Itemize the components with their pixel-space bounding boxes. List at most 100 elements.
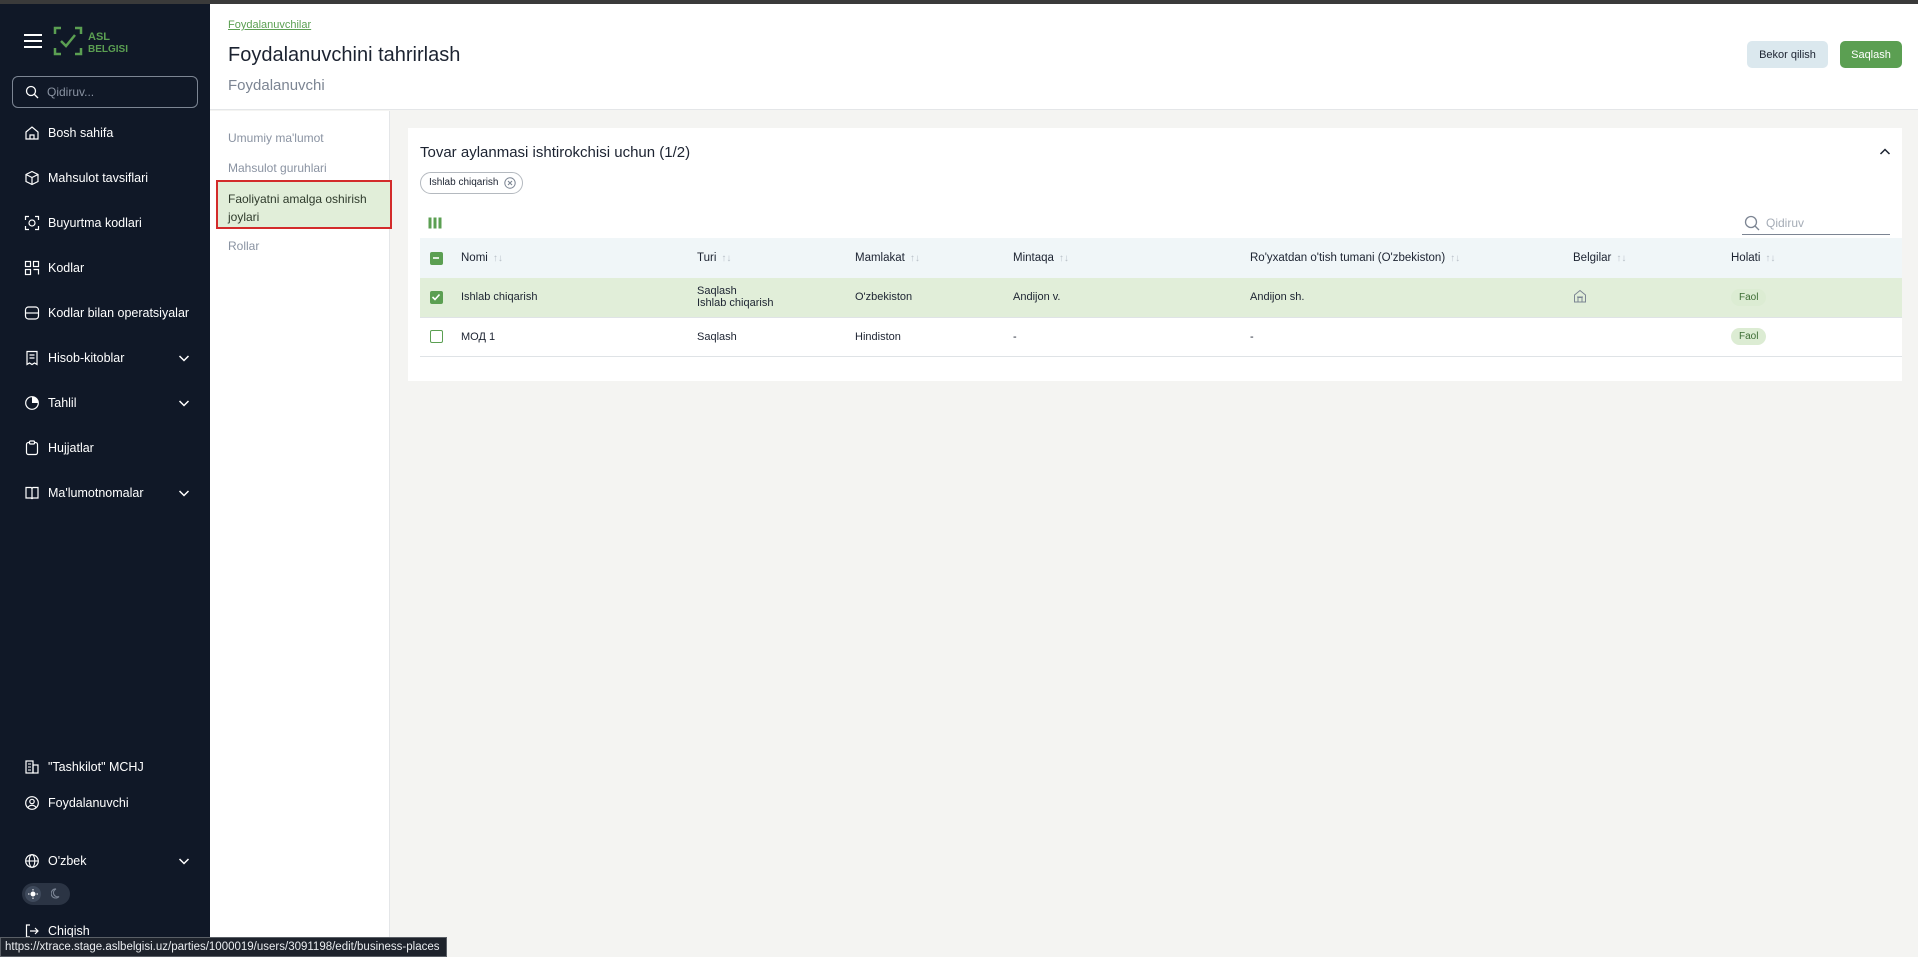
nav-item-kodlar[interactable]: Kodlar [0, 251, 210, 285]
section-nav-business-places-label: Faoliyatni amalga oshirish joylari [228, 192, 367, 224]
cell-type: Saqlash [697, 317, 855, 357]
nav-item-hisob-kitoblar[interactable]: Hisob-kitoblar [0, 341, 210, 375]
chevron-down-icon[interactable] [178, 352, 190, 364]
cell-region: Andijon v. [1013, 278, 1250, 318]
chevron-down-icon[interactable] [178, 397, 190, 409]
section-nav-roles[interactable]: Rollar [228, 239, 259, 253]
cell-type-line: Ishlab chiqarish [697, 297, 774, 310]
user-name: Foydalanuvchi [48, 796, 129, 810]
sort-icon[interactable]: ↑↓ [1450, 253, 1460, 264]
cell-name: Ishlab chiqarish [461, 278, 697, 318]
nav-item-kodlar-bilan-operatsiyalar[interactable]: Kodlar bilan operatsiyalar [0, 296, 210, 330]
section-nav: Umumiy ma'lumot Mahsulot guruhlari Faoli… [210, 111, 392, 957]
receipt-icon [26, 350, 38, 366]
nav-item-label: Bosh sahifa [48, 126, 114, 140]
section-nav-business-places[interactable]: Faoliyatni amalga oshirish joylari [216, 180, 392, 229]
business-places-card: Tovar aylanmasi ishtirokchisi uchun (1/2… [408, 128, 1902, 381]
sidebar-search-input[interactable] [47, 83, 187, 101]
sort-icon[interactable]: ↑↓ [910, 253, 920, 264]
cell-region: - [1013, 317, 1250, 357]
chevron-up-icon[interactable] [1879, 146, 1891, 158]
status-badge: Faol [1731, 328, 1767, 345]
chevron-down-icon[interactable] [178, 855, 190, 867]
sort-icon[interactable]: ↑↓ [721, 253, 731, 264]
section-nav-general-info[interactable]: Umumiy ma'lumot [228, 131, 324, 145]
column-header-status[interactable]: Holati ↑↓ [1731, 238, 1902, 278]
cell-country: O'zbekiston [855, 278, 1013, 318]
nav-item-label: Hujjatlar [48, 441, 94, 455]
language-selector[interactable]: O'zbek [0, 844, 210, 878]
column-label: Ro'yxatdan o'tish tumani (O'zbekiston) [1250, 252, 1446, 264]
building-icon [1574, 289, 1586, 303]
sort-icon[interactable]: ↑↓ [493, 253, 503, 264]
operations-icon [24, 306, 40, 320]
nav-item-tahlil[interactable]: Tahlil [0, 386, 210, 420]
row-checkbox[interactable] [430, 290, 443, 304]
nav-item-hujjatlar[interactable]: Hujjatlar [0, 431, 210, 465]
column-label: Belgilar [1573, 252, 1612, 264]
column-header-name[interactable]: Nomi ↑↓ [461, 238, 697, 278]
filter-chip: Ishlab chiqarish [420, 172, 524, 194]
sort-icon[interactable]: ↑↓ [1059, 253, 1069, 264]
box-icon [25, 170, 39, 186]
cell-district: Andijon sh. [1250, 278, 1573, 318]
nav-item-bosh-sahifa[interactable]: Bosh sahifa [0, 116, 210, 150]
cell-marks [1573, 317, 1731, 357]
table-search[interactable] [1742, 211, 1890, 235]
cell-name: МОД 1 [461, 317, 697, 357]
nav-item-label: Tahlil [48, 396, 77, 410]
table-search-input[interactable] [1766, 215, 1886, 231]
nav-item-malumotnomalar[interactable]: Ma'lumotnomalar [0, 476, 210, 510]
cancel-button[interactable]: Bekor qilish [1747, 41, 1828, 68]
sidebar-search[interactable] [12, 76, 198, 108]
chart-icon [25, 396, 39, 410]
order-codes-icon [24, 215, 40, 231]
organization-icon [25, 760, 39, 774]
save-button[interactable]: Saqlash [1840, 41, 1902, 68]
asl-belgisi-logo[interactable]: ASL BELGISI [52, 24, 142, 58]
logo-text-line1: ASL [88, 31, 110, 43]
column-label: Holati [1731, 252, 1761, 264]
nav-item-label: Mahsulot tavsiflari [48, 171, 149, 185]
sort-icon[interactable]: ↑↓ [1616, 253, 1626, 264]
column-label: Mintaqa [1013, 252, 1054, 264]
remove-filter-icon[interactable] [504, 177, 517, 189]
card-title: Tovar aylanmasi ishtirokchisi uchun (1/2… [420, 144, 691, 161]
column-header-district[interactable]: Ro'yxatdan o'tish tumani (O'zbekiston) ↑↓ [1250, 238, 1573, 278]
organization-link[interactable]: "Tashkilot" MCHJ [0, 750, 210, 784]
cell-status: Faol [1731, 278, 1902, 318]
clipboard-icon [25, 440, 39, 456]
browser-status-url: https://xtrace.stage.aslbelgisi.uz/parti… [0, 937, 447, 957]
logout-label: Chiqish [48, 924, 90, 938]
filter-chip-label: Ishlab chiqarish [429, 177, 499, 188]
column-header-type[interactable]: Turi ↑↓ [697, 238, 855, 278]
row-select-cell [420, 317, 461, 357]
column-header-region[interactable]: Mintaqa ↑↓ [1013, 238, 1250, 278]
section-nav-product-groups[interactable]: Mahsulot guruhlari [228, 161, 327, 175]
column-label: Nomi [461, 252, 488, 264]
chevron-down-icon[interactable] [178, 487, 190, 499]
table-row[interactable]: Ishlab chiqarish Saqlash Ishlab chiqaris… [420, 278, 1902, 318]
globe-icon [25, 854, 39, 868]
search-icon [1744, 215, 1760, 231]
column-header-country[interactable]: Mamlakat ↑↓ [855, 238, 1013, 278]
book-icon [25, 486, 39, 500]
page-header: Foydalanuvchilar Foydalanuvchini tahrirl… [210, 4, 1918, 110]
columns-icon[interactable] [428, 217, 442, 229]
nav-item-mahsulot-tavsiflari[interactable]: Mahsulot tavsiflari [0, 161, 210, 195]
theme-toggle[interactable] [22, 883, 70, 905]
row-checkbox[interactable] [430, 330, 443, 343]
column-header-marks[interactable]: Belgilar ↑↓ [1573, 238, 1731, 278]
nav-item-buyurtma-kodlari[interactable]: Buyurtma kodlari [0, 206, 210, 240]
nav-item-label: Hisob-kitoblar [48, 351, 125, 365]
select-all-checkbox[interactable] [430, 251, 443, 265]
sort-icon[interactable]: ↑↓ [1765, 253, 1775, 264]
nav-item-label: Kodlar bilan operatsiyalar [48, 306, 190, 320]
table-row[interactable]: МОД 1 Saqlash Hindiston - - Faol [420, 317, 1902, 357]
cell-country: Hindiston [855, 317, 1013, 357]
breadcrumb-users[interactable]: Foydalanuvchilar [228, 19, 311, 31]
hamburger-menu-icon[interactable] [24, 34, 42, 48]
cell-type: Saqlash Ishlab chiqarish [697, 278, 855, 318]
organization-name: "Tashkilot" MCHJ [48, 760, 144, 774]
user-profile-link[interactable]: Foydalanuvchi [0, 786, 210, 820]
